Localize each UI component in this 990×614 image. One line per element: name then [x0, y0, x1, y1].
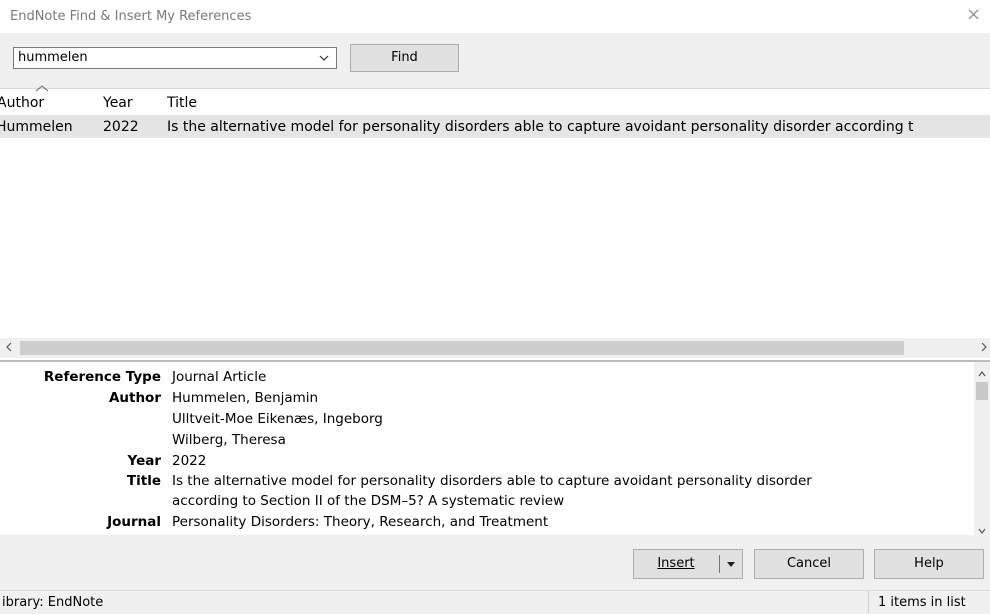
- cancel-button[interactable]: Cancel: [754, 549, 864, 579]
- find-button[interactable]: Find: [350, 44, 459, 72]
- scroll-up-icon[interactable]: [977, 364, 987, 383]
- row-title: Is the alternative model for personality…: [167, 119, 914, 135]
- title-value: according to Section II of the DSM–5? A …: [172, 493, 565, 509]
- insert-button[interactable]: Insert: [633, 549, 719, 579]
- vertical-scroll-thumb[interactable]: [976, 382, 988, 400]
- author-value: Ulltveit-Moe Eikenæs, Ingeborg: [172, 411, 383, 427]
- title-value: Is the alternative model for personality…: [172, 473, 812, 489]
- split-divider: [719, 555, 720, 573]
- journal-label: Journal: [107, 514, 161, 530]
- column-header-author[interactable]: Author: [0, 95, 44, 111]
- reference-type-label: Reference Type: [43, 369, 161, 385]
- horizontal-scroll-thumb[interactable]: [20, 341, 904, 355]
- library-status: ibrary: EndNote: [2, 595, 104, 610]
- insert-button-label: Insert: [657, 556, 695, 571]
- item-count-status: 1 items in list: [878, 595, 966, 610]
- status-divider: [868, 591, 869, 613]
- author-label: Author: [108, 390, 161, 406]
- reference-detail-pane[interactable]: [0, 360, 990, 537]
- year-label: Year: [127, 453, 161, 469]
- scroll-left-icon[interactable]: [5, 340, 13, 358]
- close-icon[interactable]: ×: [966, 5, 981, 25]
- chevron-down-icon[interactable]: [318, 49, 330, 70]
- help-button[interactable]: Help: [874, 549, 984, 579]
- reference-type-value: Journal Article: [172, 369, 267, 385]
- title-label: Title: [126, 473, 161, 489]
- journal-value: Personality Disorders: Theory, Research,…: [172, 514, 549, 530]
- search-combobox[interactable]: hummelen: [13, 47, 337, 69]
- author-value: Wilberg, Theresa: [172, 432, 286, 448]
- scroll-right-icon[interactable]: [980, 340, 988, 358]
- row-year: 2022: [103, 119, 139, 135]
- author-value: Hummelen, Benjamin: [172, 390, 319, 406]
- search-input[interactable]: hummelen: [18, 50, 88, 65]
- column-header-year[interactable]: Year: [103, 95, 133, 111]
- row-author: Hummelen: [0, 119, 73, 135]
- column-header-title[interactable]: Title: [167, 95, 197, 111]
- window-title: EndNote Find & Insert My References: [10, 9, 252, 24]
- status-bar: [0, 590, 990, 614]
- caret-down-icon[interactable]: [725, 556, 737, 576]
- year-value: 2022: [172, 453, 207, 469]
